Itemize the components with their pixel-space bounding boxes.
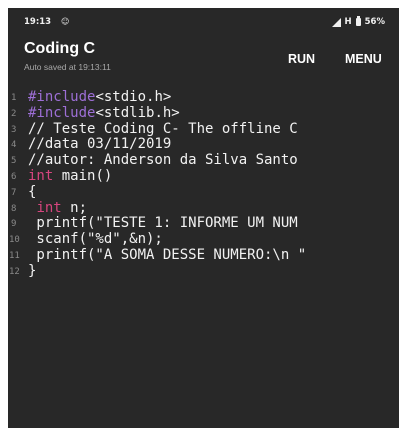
signal-icon: [331, 17, 341, 27]
code-token: printf("TESTE 1: INFORME UM NUM: [28, 215, 298, 232]
code-line[interactable]: 4 //data 03/11/2019: [8, 136, 399, 153]
code-text[interactable]: int n;: [28, 199, 88, 217]
line-number: 5: [11, 156, 17, 167]
code-token: //data 03/11/2019: [28, 136, 172, 153]
menu-button[interactable]: MENU: [345, 52, 382, 66]
code-token: }: [28, 262, 37, 279]
code-line[interactable]: 8 int n;: [8, 199, 399, 217]
code-token: //autor: Anderson da Silva Santo: [28, 152, 298, 169]
line-number: 2: [11, 108, 17, 119]
notification-icon: ☺: [61, 17, 70, 26]
line-number: 10: [9, 235, 20, 246]
app-screen: 19:13 ☺ H 56% Coding C Auto saved at 19:…: [8, 8, 399, 428]
status-time: 19:13: [24, 17, 52, 27]
app-toolbar: Coding C Auto saved at 19:13:11 RUN MENU: [8, 38, 399, 82]
battery-icon: [355, 16, 361, 26]
code-token: main(): [53, 167, 113, 184]
code-line[interactable]: 3 // Teste Coding C- The offline C: [8, 120, 399, 138]
code-token: {: [28, 183, 37, 200]
autosave-status: Auto saved at 19:13:11: [24, 62, 111, 72]
code-text[interactable]: scanf("%d",&n);: [28, 231, 163, 248]
code-text[interactable]: #include<stdio.h>: [28, 90, 171, 106]
line-number: 11: [9, 250, 20, 261]
line-number: 4: [11, 140, 17, 151]
code-text[interactable]: #include<stdlib.h>: [28, 104, 180, 122]
code-line[interactable]: 9 printf("TESTE 1: INFORME UM NUM: [8, 215, 399, 232]
code-line[interactable]: 2 #include<stdlib.h>: [8, 104, 399, 122]
run-button[interactable]: RUN: [288, 52, 315, 66]
code-line[interactable]: 10 scanf("%d",&n);: [8, 231, 399, 248]
line-number: 8: [11, 203, 17, 214]
code-text[interactable]: //autor: Anderson da Silva Santo: [28, 152, 298, 169]
code-text[interactable]: int main(): [28, 167, 113, 185]
code-line[interactable]: 11 printf("A SOMA DESSE NUMERO:\n ": [8, 246, 399, 264]
line-number: 9: [11, 219, 17, 230]
battery-level: 56%: [364, 17, 385, 27]
code-line[interactable]: 6 int main(): [8, 167, 399, 185]
status-bar: 19:13 ☺ H 56%: [8, 8, 399, 38]
code-token: printf("A SOMA DESSE NUMERO:\n ": [28, 246, 307, 263]
line-number: 6: [11, 171, 17, 182]
line-number: 12: [9, 266, 20, 277]
preprocessor-token: #include: [28, 104, 96, 121]
code-text[interactable]: printf("TESTE 1: INFORME UM NUM: [28, 215, 298, 232]
keyword-token: int: [36, 199, 62, 216]
code-text[interactable]: // Teste Coding C- The offline C: [28, 120, 298, 138]
code-text[interactable]: {: [28, 183, 37, 201]
line-number: 1: [11, 93, 17, 103]
line-number: 7: [11, 187, 17, 198]
code-text[interactable]: printf("A SOMA DESSE NUMERO:\n ": [28, 246, 307, 264]
code-token: n;: [61, 199, 88, 216]
code-text[interactable]: }: [28, 262, 37, 280]
app-title: Coding C: [24, 40, 96, 57]
code-token: // Teste Coding C- The offline C: [28, 120, 298, 137]
preprocessor-token: #include: [28, 90, 96, 105]
code-token: <stdlib.h>: [95, 104, 180, 121]
code-token: <stdio.h>: [95, 90, 172, 105]
keyword-token: int: [28, 167, 54, 184]
code-line[interactable]: 7{: [8, 183, 399, 201]
status-indicators: H 56%: [331, 16, 385, 27]
line-number: 3: [11, 124, 17, 135]
code-editor[interactable]: 1 #include<stdio.h> 2 #include<stdlib.h> 3 //…: [8, 90, 399, 428]
code-text[interactable]: //data 03/11/2019: [28, 136, 172, 153]
code-line[interactable]: 5 //autor: Anderson da Silva Santo: [8, 152, 399, 169]
code-line[interactable]: 1 #include<stdio.h>: [8, 90, 399, 106]
code-token: scanf("%d",&n);: [28, 231, 163, 248]
network-type: H: [344, 17, 352, 27]
code-line[interactable]: 12}: [8, 262, 399, 280]
